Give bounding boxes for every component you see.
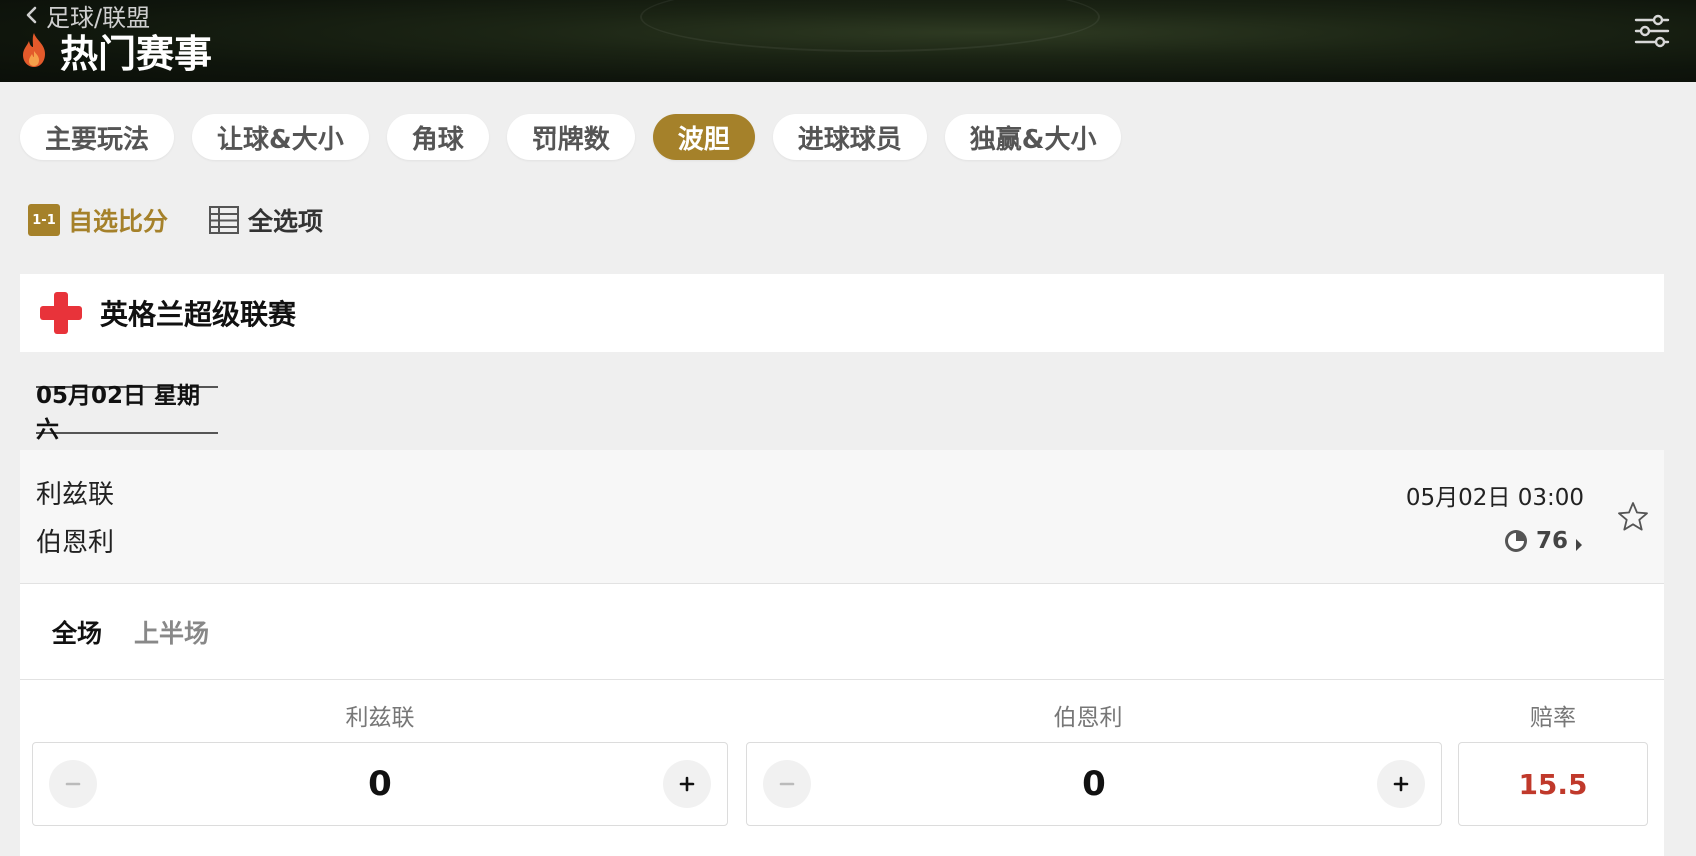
odds-column-label: 赔率 bbox=[1530, 705, 1576, 731]
tab-1x2-ou[interactable]: 独赢&大小 bbox=[944, 114, 1122, 160]
period-tabs: 全场 上半场 bbox=[20, 584, 1664, 680]
tab-main[interactable]: 主要玩法 bbox=[20, 114, 175, 160]
away-column-label: 伯恩利 bbox=[1053, 705, 1123, 731]
home-team-name: 利兹联 bbox=[36, 480, 115, 510]
market-tabs: 主要玩法 让球&大小 角球 罚牌数 波胆 进球球员 独赢&大小 bbox=[20, 114, 1139, 162]
tab-full-time[interactable]: 全场 bbox=[52, 614, 102, 650]
score-options: 1-1 自选比分 全选项 bbox=[28, 200, 363, 240]
filter-settings-icon[interactable] bbox=[1634, 14, 1670, 48]
page-title-text: 热门赛事 bbox=[60, 31, 213, 76]
custom-score-label: 自选比分 bbox=[68, 207, 169, 236]
away-team-name: 伯恩利 bbox=[36, 528, 115, 558]
away-increment-button[interactable] bbox=[1376, 760, 1425, 808]
tab-goalscorer[interactable]: 进球球员 bbox=[772, 114, 927, 160]
home-score-value: 0 bbox=[368, 764, 392, 804]
date-header: 05月02日 星期六 bbox=[36, 383, 218, 443]
table-grid-icon bbox=[208, 204, 240, 236]
tab-first-half[interactable]: 上半场 bbox=[134, 614, 209, 650]
score-picker: 利兹联 伯恩利 赔率 0 0 15.5 bbox=[20, 680, 1664, 856]
league-name: 英格兰超级联赛 bbox=[100, 298, 297, 331]
away-score-value: 0 bbox=[1082, 764, 1106, 804]
tab-corners[interactable]: 角球 bbox=[386, 114, 489, 160]
caret-right-icon bbox=[1574, 533, 1584, 551]
home-increment-button[interactable] bbox=[662, 760, 711, 808]
tab-cards[interactable]: 罚牌数 bbox=[506, 114, 635, 160]
match-row[interactable]: 利兹联 伯恩利 05月02日 03:00 76 bbox=[20, 450, 1664, 584]
home-score-stepper: 0 bbox=[32, 742, 728, 826]
home-column-label: 利兹联 bbox=[345, 705, 415, 731]
header-banner: 足球/联盟 热门赛事 bbox=[0, 0, 1696, 82]
score-badge-icon: 1-1 bbox=[28, 204, 60, 236]
away-score-stepper: 0 bbox=[746, 742, 1442, 826]
tab-correct-score[interactable]: 波胆 bbox=[652, 114, 755, 160]
favorite-star-icon[interactable] bbox=[1616, 500, 1650, 534]
odds-value-button[interactable]: 15.5 bbox=[1458, 742, 1648, 826]
markets-count: 76 bbox=[1535, 528, 1568, 554]
clock-icon bbox=[1504, 529, 1528, 553]
league-header[interactable]: 英格兰超级联赛 bbox=[20, 274, 1664, 352]
stadium-decoration bbox=[640, 0, 1100, 52]
flame-icon bbox=[20, 31, 50, 69]
more-markets-link[interactable]: 76 bbox=[1504, 526, 1584, 556]
england-flag-icon bbox=[38, 290, 84, 336]
all-options-option[interactable]: 全选项 bbox=[208, 202, 323, 238]
chevron-left-icon bbox=[20, 2, 42, 28]
custom-score-option[interactable]: 1-1 自选比分 bbox=[28, 202, 168, 238]
page-title: 热门赛事 bbox=[20, 26, 212, 76]
match-time: 05月02日 03:00 bbox=[1405, 485, 1584, 511]
home-decrement-button[interactable] bbox=[49, 760, 97, 808]
away-decrement-button[interactable] bbox=[763, 760, 811, 808]
tab-handicap-ou[interactable]: 让球&大小 bbox=[192, 114, 369, 160]
all-options-label: 全选项 bbox=[248, 207, 324, 236]
app-root: 足球/联盟 热门赛事 主要玩法 让球&大小 角球 罚牌数 波胆 进球球员 独赢&… bbox=[0, 0, 1696, 856]
